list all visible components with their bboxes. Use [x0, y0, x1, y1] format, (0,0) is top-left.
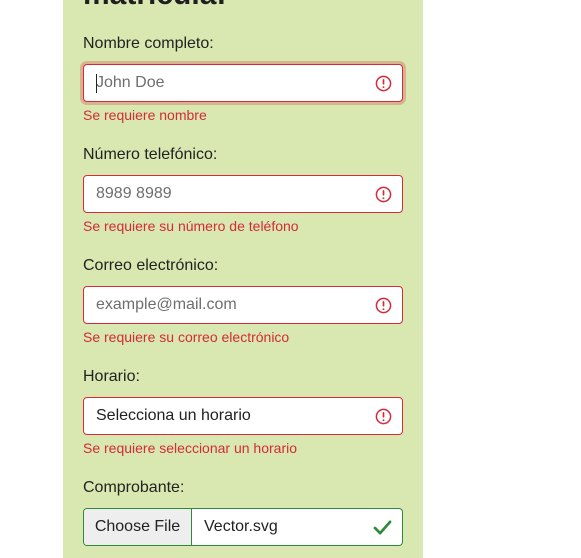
- email-label: Correo electrónico:: [83, 257, 219, 274]
- alert-circle-icon: [375, 297, 392, 314]
- alert-circle-icon: [375, 186, 392, 203]
- receipt-file-field[interactable]: Choose File Vector.svg: [83, 508, 403, 546]
- phone-error: Se requiere su número de teléfono: [83, 218, 299, 234]
- schedule-label: Horario:: [83, 368, 140, 385]
- phone-field[interactable]: [83, 175, 403, 213]
- schedule-error: Se requiere seleccionar un horario: [83, 440, 298, 456]
- enrollment-form-panel: matrícula: Nombre completo: Se requiere …: [63, 0, 423, 558]
- phone-label: Número telefónico:: [83, 146, 218, 163]
- email-error: Se requiere su correo electrónico: [83, 329, 290, 345]
- email-field[interactable]: [83, 286, 403, 324]
- name-label: Nombre completo:: [83, 35, 214, 52]
- form-title: matrícula:: [83, 0, 226, 12]
- email-input[interactable]: [96, 287, 366, 323]
- name-field[interactable]: [83, 64, 403, 102]
- phone-input[interactable]: [96, 176, 366, 212]
- receipt-label: Comprobante:: [83, 479, 185, 496]
- text-cursor: [96, 74, 97, 93]
- name-input[interactable]: [96, 65, 366, 101]
- choose-file-button[interactable]: Choose File: [84, 509, 192, 545]
- alert-circle-icon: [375, 75, 392, 92]
- alert-circle-icon: [375, 408, 392, 425]
- schedule-select[interactable]: Selecciona un horario: [83, 397, 403, 435]
- schedule-selected-value: Selecciona un horario: [96, 407, 251, 424]
- name-error: Se requiere nombre: [83, 107, 207, 123]
- check-icon: [373, 520, 392, 535]
- selected-file-name: Vector.svg: [204, 518, 278, 535]
